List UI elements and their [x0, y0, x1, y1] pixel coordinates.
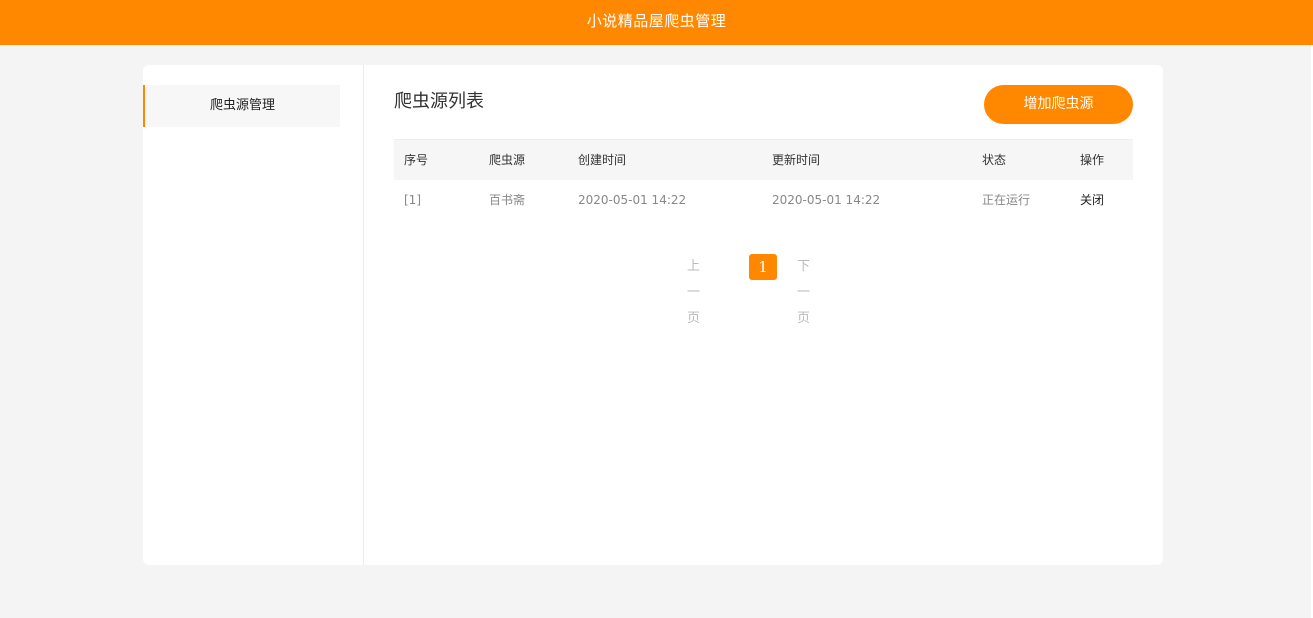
sidebar: 爬虫源管理 [143, 65, 364, 565]
table-row: [1] 百书斋 2020-05-01 14:22 2020-05-01 14:2… [394, 180, 1133, 220]
crawler-source-table: 序号 爬虫源 创建时间 更新时间 状态 操作 [1] 百书斋 2020-05-0… [394, 139, 1133, 220]
table-header: 序号 爬虫源 创建时间 更新时间 状态 操作 [394, 140, 1133, 180]
current-page-button[interactable]: 1 [749, 254, 777, 280]
row-status: 正在运行 [982, 193, 1031, 207]
app-title: 小说精品屋爬虫管理 [586, 12, 727, 30]
add-crawler-source-button[interactable]: 增加爬虫源 [984, 85, 1133, 124]
main-panel: 爬虫源管理 爬虫源列表 增加爬虫源 序号 爬虫源 创建时间 更新时间 状态 操作… [143, 65, 1163, 565]
column-header-created: 创建时间 [578, 153, 627, 167]
row-created-time: 2020-05-01 14:22 [578, 193, 687, 207]
column-header-updated: 更新时间 [772, 153, 821, 167]
row-close-action[interactable]: 关闭 [1080, 180, 1104, 220]
row-source: 百书斋 [489, 193, 526, 207]
top-header-bar: 小说精品屋爬虫管理 [0, 0, 1313, 45]
row-updated-time: 2020-05-01 14:22 [772, 193, 881, 207]
sidebar-item-crawler-source-management[interactable]: 爬虫源管理 [143, 85, 340, 127]
column-header-status: 状态 [982, 153, 1007, 167]
prev-page-button[interactable]: 上一页 [687, 254, 700, 326]
page-title: 爬虫源列表 [394, 91, 484, 112]
next-page-button[interactable]: 下一页 [797, 254, 810, 326]
row-index: [1] [404, 193, 421, 207]
column-header-source: 爬虫源 [489, 153, 526, 167]
column-header-action: 操作 [1080, 153, 1105, 167]
sidebar-item-label: 爬虫源管理 [209, 98, 275, 113]
column-header-index: 序号 [404, 153, 429, 167]
